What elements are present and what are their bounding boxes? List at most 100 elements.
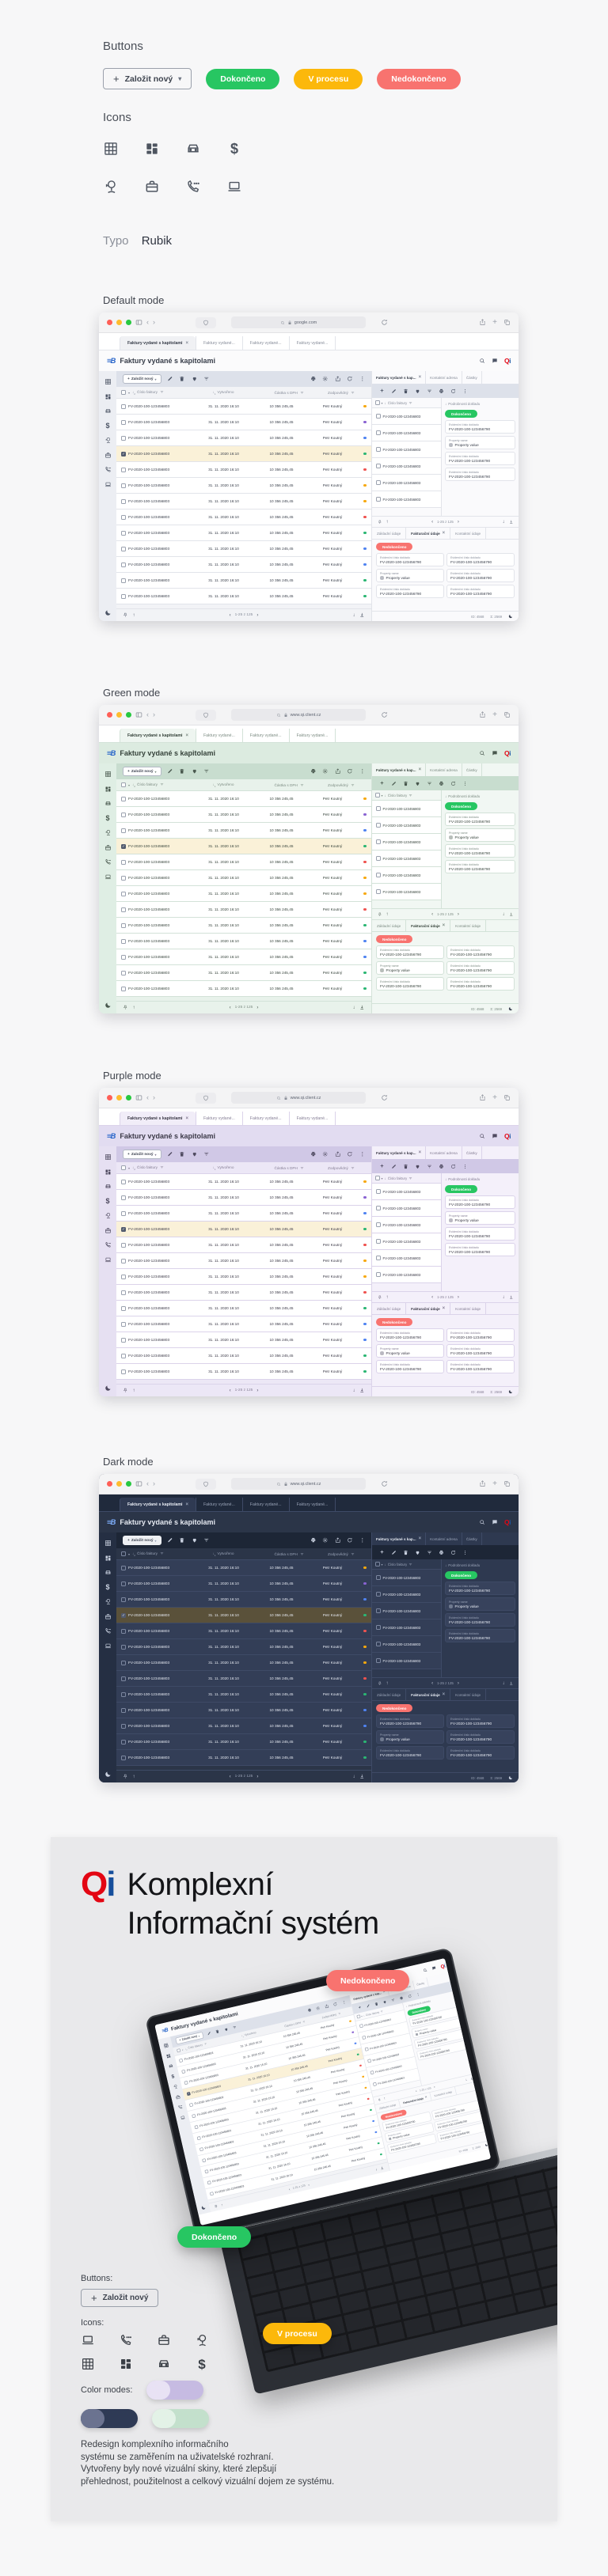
subtable-row[interactable]: FV-2020-100-123456803 — [372, 475, 441, 491]
field-card[interactable]: Evidenční číslo dokladu FV-2020-100-1234… — [445, 420, 515, 434]
filter-icon[interactable] — [380, 2010, 383, 2013]
table-row[interactable]: FV-2020-100-123456803 31. 11. 2020 16:10… — [116, 949, 371, 965]
heart-icon[interactable] — [223, 2027, 228, 2032]
column-header[interactable]: Zodpovědný — [328, 391, 367, 395]
dashboard-icon[interactable] — [104, 1169, 112, 1176]
pencil-icon[interactable] — [391, 1164, 397, 1169]
gear-icon[interactable] — [322, 768, 329, 775]
table-row[interactable]: FV-2020-100-123456803 31. 11. 2020 16:10… — [116, 1222, 371, 1237]
select-all-checkbox[interactable] — [177, 2048, 181, 2053]
trash-icon[interactable] — [179, 376, 185, 382]
briefcase-icon[interactable] — [104, 1613, 112, 1620]
row-checkbox[interactable] — [121, 828, 126, 833]
field-card[interactable]: Evidenční číslo dokladu FV-2020-100-1234… — [376, 1714, 444, 1728]
select-all-checkbox[interactable] — [375, 400, 380, 405]
table-grid-icon[interactable] — [163, 2043, 169, 2049]
dashboard-icon[interactable] — [104, 1555, 112, 1562]
kebab-icon[interactable] — [359, 768, 366, 775]
dark-mode-toggle-icon[interactable] — [200, 2205, 207, 2211]
browser-tab[interactable]: Faktury vydané... — [196, 1498, 242, 1511]
browser-tab-active[interactable]: Faktury vydané s kapitolami × — [120, 1498, 196, 1511]
row-checkbox[interactable] — [121, 843, 126, 849]
row-checkbox[interactable] — [376, 1658, 381, 1663]
table-row[interactable]: FV-2020-100-123456803 31. 11. 2020 16:10… — [116, 494, 371, 510]
download-icon[interactable] — [509, 1295, 514, 1300]
car-icon[interactable] — [104, 1183, 112, 1190]
pencil-icon[interactable] — [167, 1537, 173, 1544]
table-row[interactable]: FV-2020-100-123456803 31. 11. 2020 16:10… — [116, 541, 371, 557]
bottom-tab[interactable]: Základní údaje — [372, 528, 407, 539]
kebab-icon[interactable] — [341, 2000, 346, 2005]
row-checkbox[interactable] — [376, 1222, 381, 1227]
table-row[interactable]: FV-2020-100-123456803 31. 11. 2020 16:10… — [116, 525, 371, 541]
search-stand-icon[interactable] — [104, 1598, 112, 1605]
refresh-icon[interactable] — [408, 1994, 412, 1998]
table-row[interactable]: FV-2020-100-123456803 31. 11. 2020 16:10… — [116, 557, 371, 573]
table-row[interactable]: FV-2020-100-123456803 31. 11. 2020 16:10… — [116, 902, 371, 918]
close-window-button[interactable] — [107, 712, 112, 718]
table-row[interactable]: FV-2020-100-123456803 31. 11. 2020 16:10… — [116, 399, 371, 415]
extension-pill[interactable] — [196, 316, 216, 328]
share-icon[interactable] — [479, 1094, 486, 1101]
row-checkbox[interactable] — [376, 839, 381, 844]
trash-icon[interactable] — [215, 2029, 219, 2034]
row-checkbox[interactable] — [121, 1660, 126, 1665]
detail-tab-active[interactable]: Faktury vydané s kap... × — [372, 371, 427, 384]
row-checkbox[interactable] — [202, 2157, 207, 2162]
heart-icon[interactable] — [415, 781, 420, 786]
table-row[interactable]: FV-2020-100-123456803 31. 11. 2020 16:10… — [116, 573, 371, 589]
filter-icon[interactable] — [338, 2012, 341, 2015]
column-header[interactable]: Částka s DPH — [274, 783, 325, 787]
minimize-window-button[interactable] — [116, 320, 122, 325]
car-icon[interactable] — [104, 800, 112, 807]
filter-icon[interactable] — [300, 391, 304, 395]
dollar-icon[interactable]: $ — [104, 1583, 112, 1591]
status-pill[interactable]: V procesu — [294, 68, 363, 89]
field-card[interactable]: Property name Property value — [445, 1597, 515, 1611]
field-card[interactable]: Evidenční číslo dokladu FV-2020-100-1234… — [446, 1746, 515, 1760]
arrow-up-icon[interactable]: ↑ — [133, 1006, 135, 1010]
back-icon[interactable]: ‹ — [146, 319, 149, 326]
status-pill[interactable]: Nedokončeno — [377, 68, 461, 89]
page-next-icon[interactable]: › — [256, 613, 258, 618]
field-card[interactable]: Evidenční číslo dokladu FV-2020-100-1234… — [445, 1243, 515, 1256]
column-header[interactable]: ↓1 Vytvořeno — [213, 782, 272, 788]
new-tab-icon[interactable]: + — [492, 1093, 497, 1102]
column-header[interactable]: ↓2 Číslo faktury — [132, 1165, 211, 1170]
row-checkbox[interactable] — [364, 2047, 369, 2051]
browser-tab[interactable]: Faktury vydané... — [288, 336, 336, 350]
row-checkbox[interactable] — [121, 514, 126, 520]
export-icon[interactable] — [335, 376, 341, 382]
row-checkbox[interactable] — [121, 1723, 126, 1729]
row-checkbox[interactable] — [178, 2058, 184, 2063]
pin-icon[interactable] — [378, 520, 382, 525]
row-checkbox[interactable] — [121, 1597, 126, 1602]
filter-icon[interactable] — [427, 388, 432, 394]
pin-icon[interactable] — [378, 1681, 382, 1686]
arrow-up-icon[interactable]: ↑ — [133, 1775, 135, 1779]
row-checkbox[interactable] — [121, 1707, 126, 1713]
table-row[interactable]: FV-2020-100-123456803 31. 11. 2020 16:10… — [116, 1206, 371, 1222]
minimize-window-button[interactable] — [116, 1481, 122, 1487]
page-next-icon[interactable]: › — [308, 2184, 310, 2188]
field-card[interactable]: Evidenční číslo dokladu FV-2020-100-1234… — [445, 452, 515, 465]
close-icon[interactable]: × — [419, 1150, 422, 1155]
arrow-up-icon[interactable]: ↑ — [221, 2203, 223, 2207]
briefcase-icon[interactable] — [104, 844, 112, 851]
column-header[interactable]: Zodpovědný — [328, 1552, 367, 1556]
table-row[interactable]: FV-2020-100-123456803 31. 11. 2020 16:10… — [116, 934, 371, 949]
row-checkbox[interactable] — [376, 1592, 381, 1597]
filter-icon[interactable] — [203, 1151, 210, 1157]
laptop-icon[interactable] — [104, 873, 112, 881]
row-checkbox[interactable] — [376, 447, 381, 452]
row-checkbox[interactable] — [121, 1274, 126, 1279]
browser-tab[interactable]: Faktury vydané... — [241, 729, 289, 742]
reload-icon[interactable] — [381, 711, 388, 718]
back-icon[interactable]: ‹ — [146, 1094, 149, 1101]
row-checkbox[interactable] — [121, 1612, 126, 1618]
table-row[interactable]: FV-2020-100-123456803 31. 11. 2020 16:10… — [116, 1174, 371, 1190]
row-checkbox[interactable] — [194, 2124, 199, 2129]
gear-icon[interactable] — [322, 1537, 329, 1544]
field-card[interactable]: Evidenční číslo dokladu FV-2020-100-1234… — [446, 1714, 515, 1728]
row-checkbox[interactable] — [121, 1581, 126, 1586]
